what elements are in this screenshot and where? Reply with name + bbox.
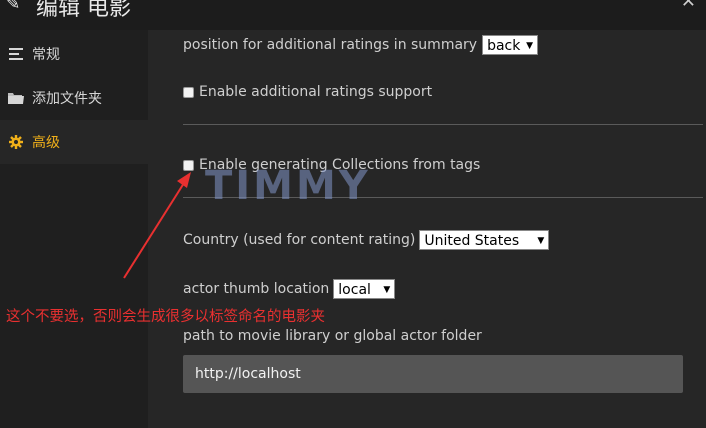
- annotation-arrow: [123, 172, 191, 279]
- annotation-text: 这个不要选，否则会生成很多以标签命名的电影夹: [6, 309, 325, 325]
